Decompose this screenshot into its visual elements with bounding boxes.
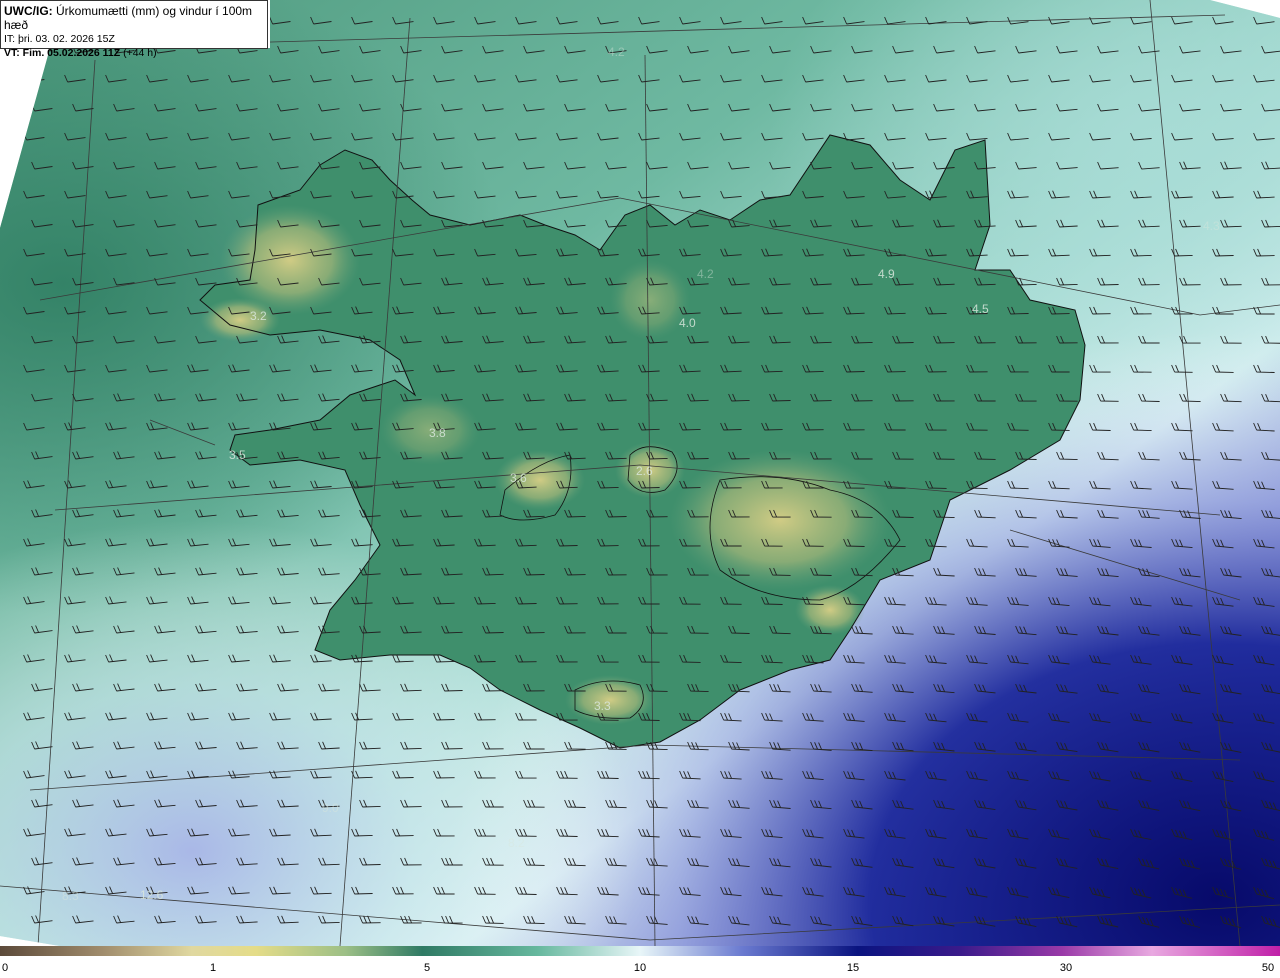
precipitation-wind-map: 3.2 3.5 3.8 3.6 2.6 4.0 4.9 4.5 3.3 12.6… (0, 0, 1280, 946)
initial-time: IT: þri. 03. 02. 2026 15Z (4, 33, 115, 45)
map-value-label: 2.6 (636, 464, 653, 478)
colorbar-tick: 30 (1059, 962, 1073, 974)
colorbar-tick-labels: 0 1 5 10 15 30 50 (0, 962, 1280, 978)
map-view[interactable]: 3.2 3.5 3.8 3.6 2.6 4.0 4.9 4.5 3.3 12.6… (0, 0, 1280, 978)
model-name: UWC/IG: (4, 4, 53, 18)
map-value-label: 8.2 (508, 836, 525, 850)
map-value-label: 3.6 (510, 471, 527, 485)
colorbar-tick: 5 (423, 962, 431, 974)
colorbar-tick: 0 (1, 962, 9, 974)
map-value-label: 3.8 (429, 426, 446, 440)
valid-time-date: VT: Fim. 05.02.2026 11Z (4, 47, 121, 59)
map-info-box: UWC/IG: Úrkomumætti (mm) og vindur í 100… (0, 0, 268, 59)
map-value-label: 3.5 (229, 448, 246, 462)
map-value-label: 4.3 (1203, 219, 1220, 233)
map-value-label: 4.0 (679, 316, 696, 330)
colorbar-gradient (0, 946, 1280, 956)
colorbar-tick: 50 (1261, 962, 1275, 974)
map-value-label: 8.3 (62, 889, 79, 903)
map-value-label: 12.6 (140, 888, 164, 902)
map-title: UWC/IG: Úrkomumætti (mm) og vindur í 100… (4, 4, 264, 32)
valid-time: VT: Fim. 05.02.2026 11Z (+44 h) (4, 46, 264, 60)
map-value-label: 3.2 (250, 309, 267, 323)
precipitation-colorbar (0, 946, 1280, 956)
colorbar-tick: 10 (633, 962, 647, 974)
map-value-label: 3.3 (594, 699, 611, 713)
map-value-label: 9.0 (322, 801, 339, 815)
map-value-label: 4.2 (608, 45, 625, 59)
colorbar-tick: 15 (846, 962, 860, 974)
colorbar-tick: 1 (209, 962, 217, 974)
map-value-label: 4.9 (878, 267, 895, 281)
map-value-label: 4.2 (697, 267, 714, 281)
map-value-label: 4.5 (972, 302, 989, 316)
forecast-lead: (+44 h) (120, 47, 157, 59)
